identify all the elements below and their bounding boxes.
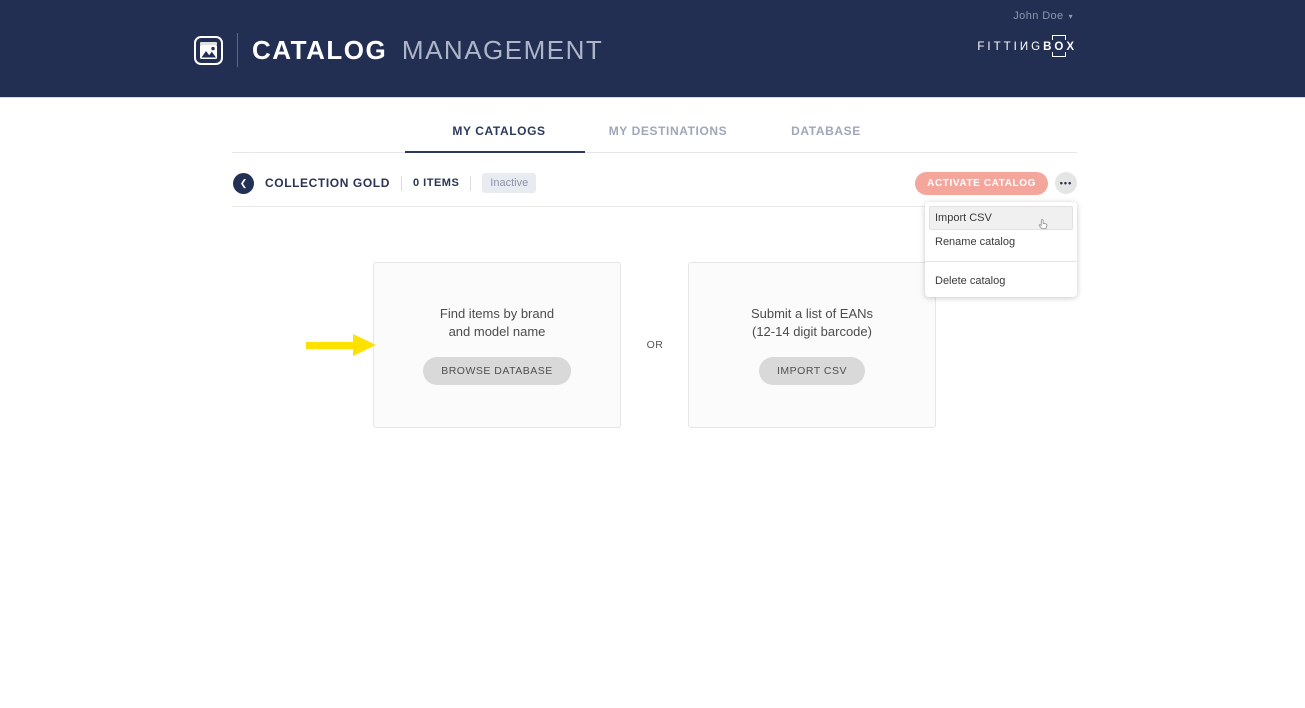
arrow-head — [353, 334, 376, 356]
browse-card-text: Find items by brand and model name — [440, 305, 554, 340]
fittingbox-logo: FITTIИG B O X — [977, 41, 1077, 53]
import-card-line2: (12-14 digit barcode) — [751, 323, 873, 341]
more-options-button[interactable]: ••• — [1055, 172, 1077, 194]
import-csv-button[interactable]: IMPORT CSV — [759, 357, 865, 385]
highlight-arrow-icon — [306, 334, 376, 356]
page-title: CATALOG MANAGEMENT — [252, 35, 603, 66]
back-chevron-icon: ❮ — [240, 178, 248, 189]
menu-item-delete-catalog[interactable]: Delete catalog — [929, 269, 1073, 293]
brand-prefix: FITTIИG — [977, 41, 1043, 53]
catalog-management-page: John Doe ▾ CATALOG MANAGEMENT FITTIИG — [0, 0, 1305, 708]
browse-database-card: Find items by brand and model name BROWS… — [373, 262, 621, 428]
page-title-light: MANAGEMENT — [402, 35, 603, 65]
tabs-baseline — [232, 152, 1077, 153]
catalog-app-icon — [194, 36, 223, 65]
menu-item-import-csv[interactable]: Import CSV — [929, 206, 1073, 230]
import-card-line1: Submit a list of EANs — [751, 305, 873, 323]
app-header: John Doe ▾ CATALOG MANAGEMENT FITTIИG — [0, 0, 1305, 98]
tab-my-destinations[interactable]: MY DESTINATIONS — [609, 124, 728, 138]
back-button[interactable]: ❮ — [233, 173, 254, 194]
menu-divider — [925, 261, 1077, 262]
catalog-context-menu: Import CSV Rename catalog Delete catalog — [925, 202, 1077, 297]
tab-my-catalogs[interactable]: MY CATALOGS — [452, 124, 545, 138]
activate-catalog-button[interactable]: ACTIVATE CATALOG — [915, 172, 1048, 195]
page-title-bold: CATALOG — [252, 35, 387, 65]
active-tab-underline — [405, 151, 585, 153]
user-name: John Doe — [1013, 10, 1063, 22]
catalog-header-bar: ❮ COLLECTION GOLD 0 ITEMS Inactive — [233, 171, 536, 195]
browse-database-button[interactable]: BROWSE DATABASE — [423, 357, 571, 385]
brand-letter-o-framed: O — [1054, 41, 1066, 53]
hand-cursor-icon — [1036, 217, 1050, 236]
arrow-shaft — [306, 342, 354, 349]
user-menu[interactable]: John Doe ▾ — [1013, 10, 1073, 22]
ellipsis-icon: ••• — [1060, 178, 1072, 188]
separator — [401, 176, 402, 191]
app-logo-row: CATALOG MANAGEMENT — [194, 33, 603, 67]
logo-divider — [237, 33, 238, 67]
brand-letter-x: X — [1066, 41, 1077, 53]
browse-card-line1: Find items by brand — [440, 305, 554, 323]
or-separator: OR — [647, 339, 664, 351]
import-card-text: Submit a list of EANs (12-14 digit barco… — [751, 305, 873, 340]
caret-down-icon: ▾ — [1069, 12, 1073, 21]
import-csv-card: Submit a list of EANs (12-14 digit barco… — [688, 262, 936, 428]
browse-card-line2: and model name — [440, 323, 554, 341]
status-badge: Inactive — [482, 173, 536, 193]
tab-database[interactable]: DATABASE — [791, 124, 861, 138]
catalog-name: COLLECTION GOLD — [265, 176, 390, 190]
items-count: 0 ITEMS — [413, 177, 459, 189]
menu-item-rename-catalog[interactable]: Rename catalog — [929, 230, 1073, 254]
separator — [470, 176, 471, 191]
